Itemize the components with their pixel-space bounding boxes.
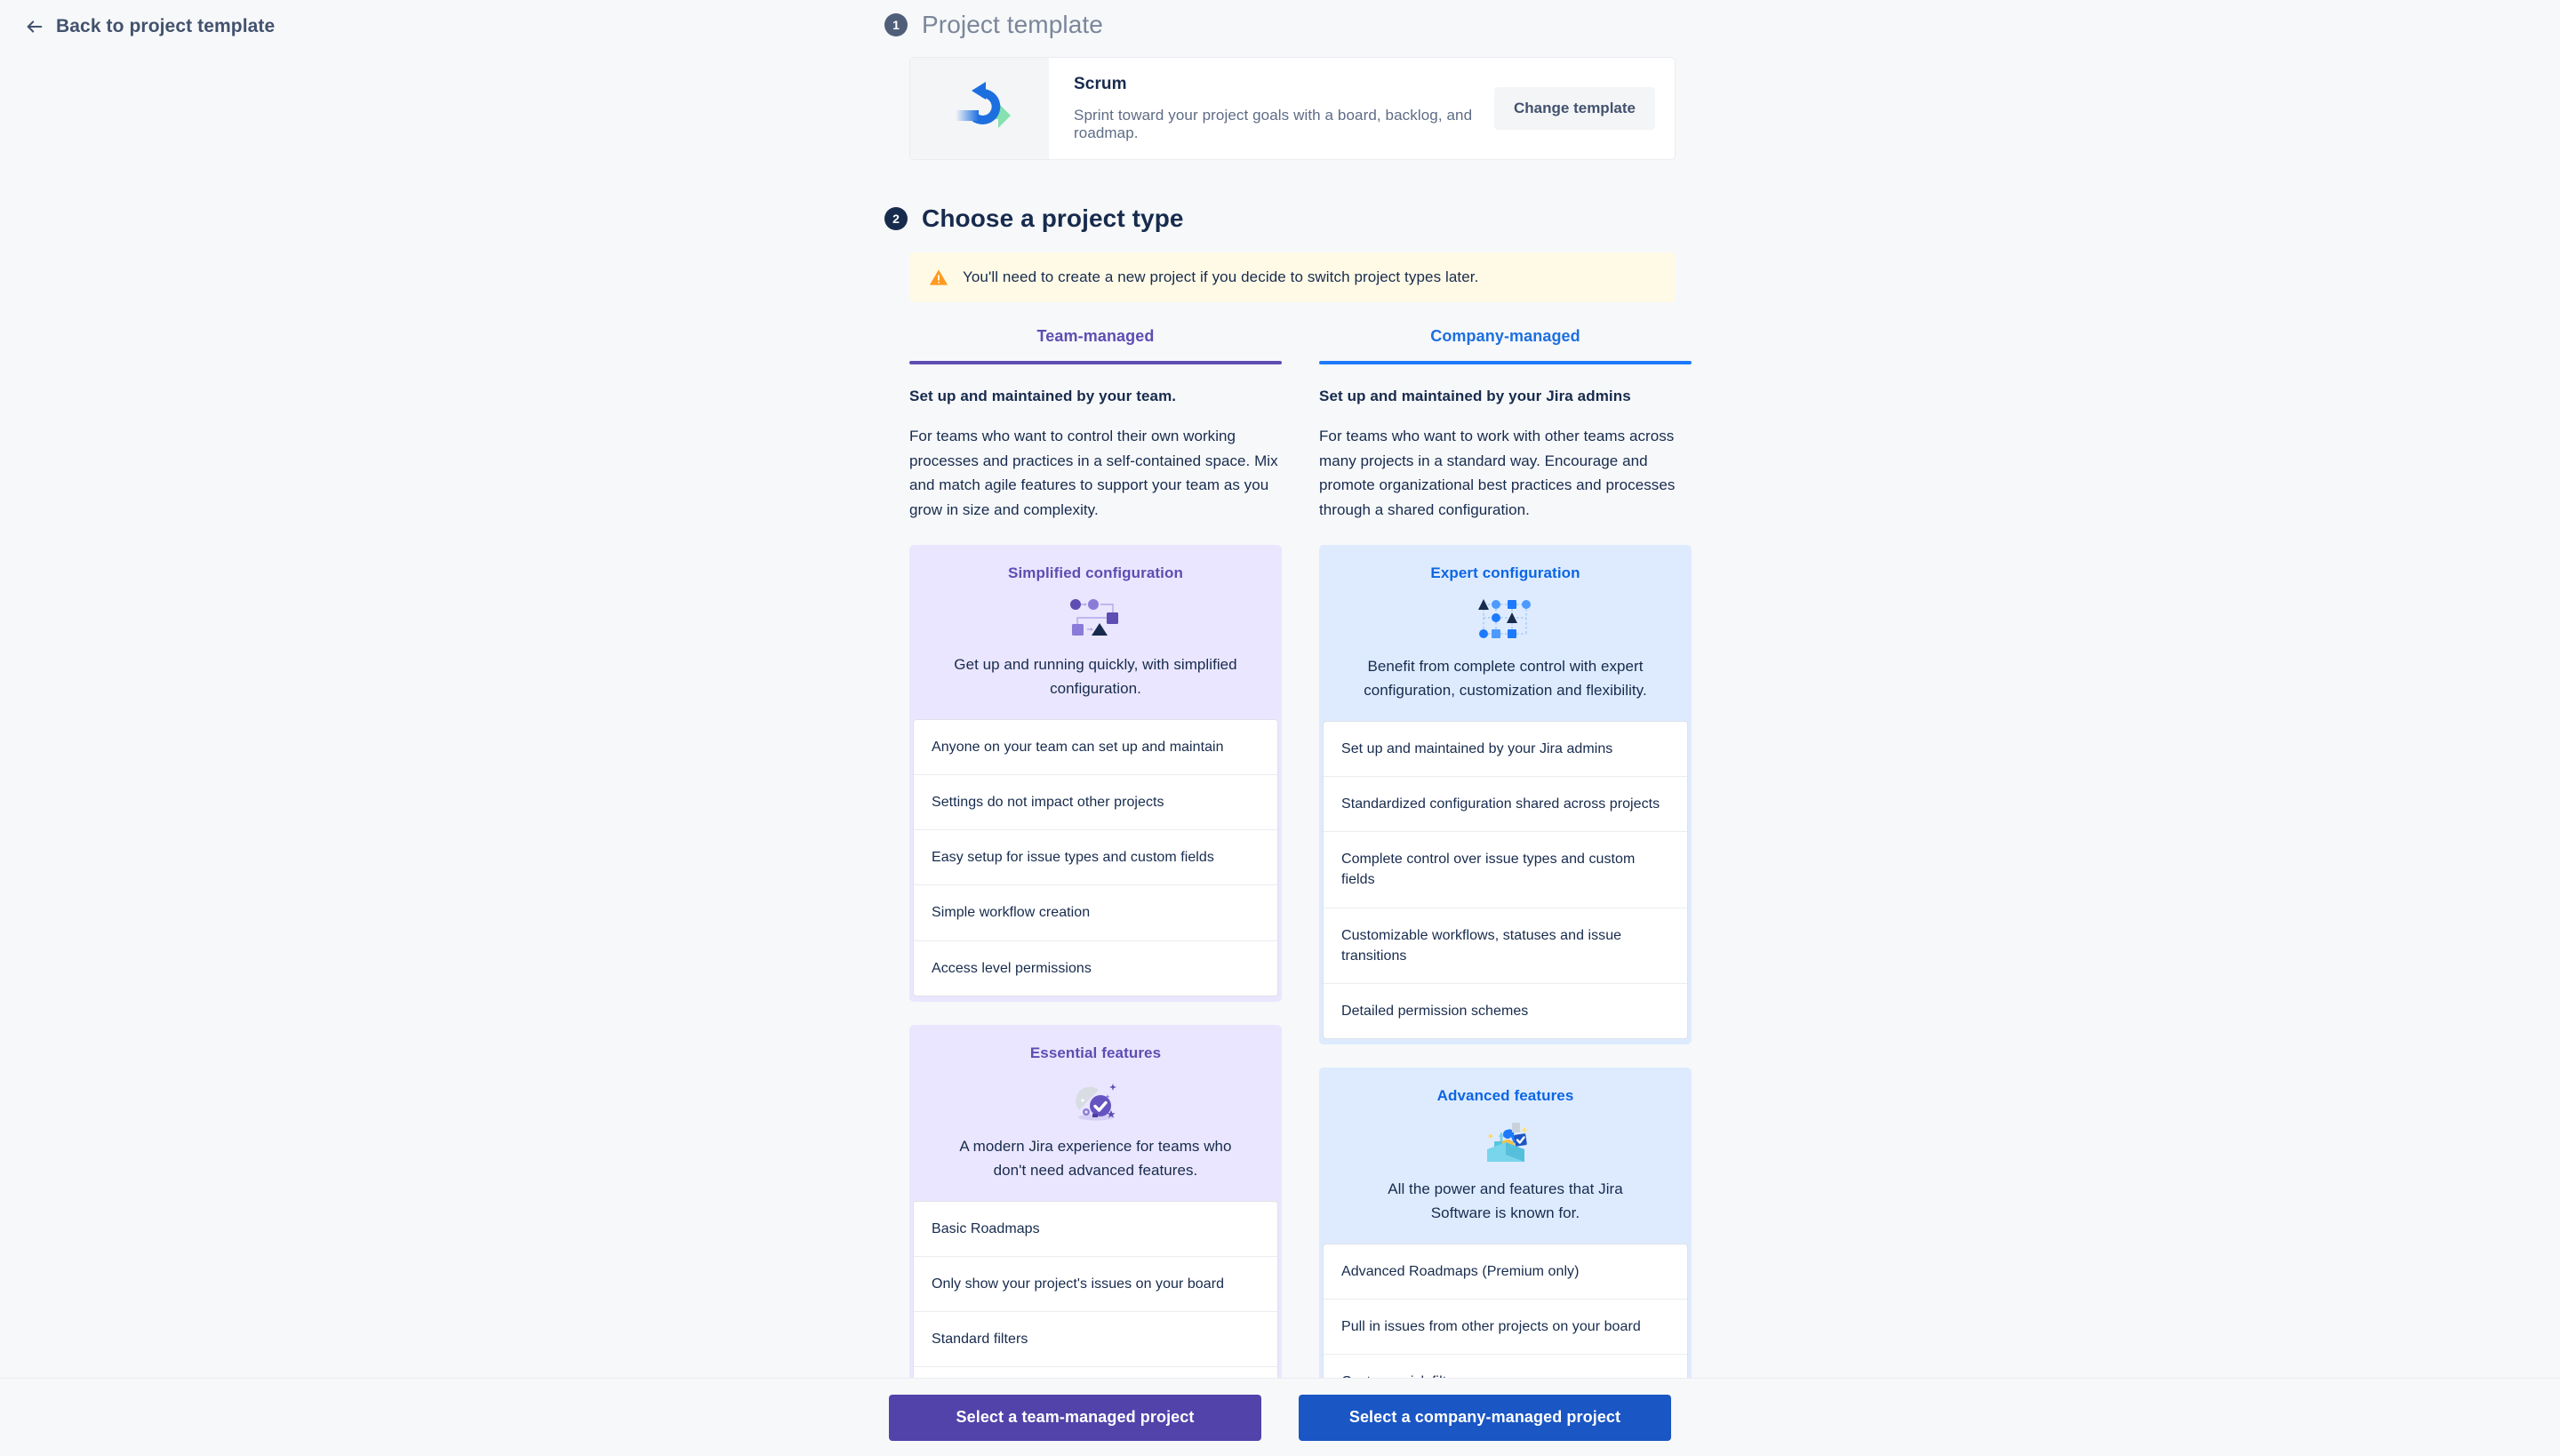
step-1-title: Project template xyxy=(922,11,1103,38)
advanced-features-subtitle: All the power and features that Jira Sof… xyxy=(1388,1180,1623,1222)
project-type-columns: Set up and maintained by your team. For … xyxy=(909,388,1692,1456)
change-template-button[interactable]: Change template xyxy=(1494,87,1655,130)
expert-configuration-subtitle: Benefit from complete control with exper… xyxy=(1364,658,1647,699)
tab-company-managed[interactable]: Company-managed xyxy=(1319,327,1692,364)
scrum-cycle-icon xyxy=(947,76,1012,141)
warning-text: You'll need to create a new project if y… xyxy=(963,268,1479,285)
template-name: Scrum xyxy=(1074,75,1127,93)
back-link-label: Back to project template xyxy=(56,16,276,36)
switch-type-warning-banner: You'll need to create a new project if y… xyxy=(909,252,1676,302)
list-item: Settings do not impact other projects xyxy=(914,775,1277,831)
tab-team-managed-underline xyxy=(909,361,1282,364)
advanced-features-title: Advanced features xyxy=(1436,1087,1574,1105)
company-managed-column: Set up and maintained by your Jira admin… xyxy=(1319,388,1692,1456)
tab-team-managed[interactable]: Team-managed xyxy=(909,327,1282,364)
list-item: Pull in issues from other projects on yo… xyxy=(1324,1300,1687,1356)
selected-template-card: Scrum Sprint toward your project goals w… xyxy=(909,57,1676,160)
template-thumbnail xyxy=(910,58,1049,159)
essential-features-subtitle: A modern Jira experience for teams who d… xyxy=(959,1137,1232,1179)
checkmark-badge-icon xyxy=(909,1062,1282,1135)
list-item: Access level permissions xyxy=(932,960,1092,976)
step-2-badge: 2 xyxy=(884,207,908,230)
list-item: Detailed permission schemes xyxy=(1341,1003,1529,1019)
list-item: Complete control over issue types and cu… xyxy=(1324,832,1687,908)
step-2-section: 2 Choose a project type You'll need to c… xyxy=(884,204,1692,1456)
expert-configuration-block: Expert configuration Benefit from comple… xyxy=(1319,545,1692,1045)
back-to-project-template-link[interactable]: Back to project template xyxy=(25,16,275,37)
list-item: Anyone on your team can set up and maint… xyxy=(914,720,1277,776)
simplified-configuration-list: Anyone on your team can set up and maint… xyxy=(913,718,1278,996)
template-body: Scrum Sprint toward your project goals w… xyxy=(1049,58,1675,159)
toolbox-icon xyxy=(1319,1105,1692,1178)
template-text: Scrum Sprint toward your project goals w… xyxy=(1074,75,1482,142)
tab-company-managed-label: Company-managed xyxy=(1430,327,1580,345)
tab-team-managed-label: Team-managed xyxy=(1036,327,1155,345)
team-managed-column: Set up and maintained by your team. For … xyxy=(909,388,1282,1456)
list-item: Set up and maintained by your Jira admin… xyxy=(1324,722,1687,778)
step-1-badge: 1 xyxy=(884,13,908,36)
warning-triangle-icon xyxy=(929,268,948,287)
expert-configuration-title: Expert configuration xyxy=(1430,564,1580,582)
project-type-page: Back to project template 1 Project templ… xyxy=(0,0,2560,1456)
simplified-configuration-block: Simplified configuration Get up and runn… xyxy=(909,545,1282,1002)
step-1-heading: 1 Project template xyxy=(884,11,1676,39)
simplified-configuration-title: Simplified configuration xyxy=(1008,564,1183,582)
select-company-managed-project-button[interactable]: Select a company-managed project xyxy=(1299,1394,1671,1441)
step-1-section: 1 Project template Scrum Sprint toward y… xyxy=(884,11,1676,160)
complex-workflow-diagram-icon xyxy=(1319,582,1692,655)
footer-buttons: Select a team-managed project Select a c… xyxy=(889,1394,1671,1441)
expert-configuration-list: Set up and maintained by your Jira admin… xyxy=(1323,720,1688,1040)
arrow-left-icon xyxy=(25,17,44,36)
simple-workflow-diagram-icon xyxy=(909,582,1282,653)
main-content: 1 Project template Scrum Sprint toward y… xyxy=(884,0,1692,1456)
list-item: Basic Roadmaps xyxy=(914,1202,1277,1257)
list-item: Easy setup for issue types and custom fi… xyxy=(914,830,1277,886)
step-2-title: Choose a project type xyxy=(922,204,1184,232)
list-item: Customizable workflows, statuses and iss… xyxy=(1324,908,1687,984)
list-item: Standard filters xyxy=(914,1312,1277,1368)
essential-features-title: Essential features xyxy=(1029,1044,1162,1061)
list-item: Advanced Roadmaps (Premium only) xyxy=(1324,1244,1687,1300)
list-item: Standardized configuration shared across… xyxy=(1324,777,1687,833)
list-item: Simple workflow creation xyxy=(914,885,1277,941)
team-column-heading: Set up and maintained by your team. xyxy=(909,388,1177,404)
step-2-heading: 2 Choose a project type xyxy=(884,204,1676,233)
list-item: Only show your project's issues on your … xyxy=(914,1257,1277,1312)
simplified-configuration-subtitle: Get up and running quickly, with simplif… xyxy=(954,656,1237,697)
template-description: Sprint toward your project goals with a … xyxy=(1074,107,1473,141)
project-type-tabs: Team-managed Company-managed xyxy=(909,327,1692,364)
select-team-managed-project-button[interactable]: Select a team-managed project xyxy=(889,1394,1261,1441)
action-footer: Select a team-managed project Select a c… xyxy=(0,1378,2560,1456)
company-column-heading: Set up and maintained by your Jira admin… xyxy=(1319,388,1631,404)
company-column-body: For teams who want to work with other te… xyxy=(1319,428,1676,518)
tab-company-managed-underline xyxy=(1319,361,1692,364)
team-column-body: For teams who want to control their own … xyxy=(909,428,1278,518)
